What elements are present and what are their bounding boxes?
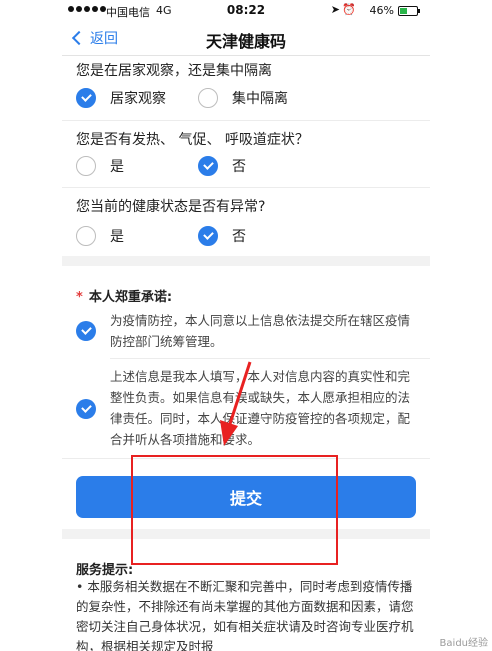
divider bbox=[110, 358, 430, 359]
promise-item: 为疫情防控，本人同意以上信息依法提交所在辖区疫情防控部门统筹管理。 bbox=[76, 310, 416, 352]
option-symptoms-no[interactable]: 否 bbox=[198, 156, 246, 176]
option-abnormal-yes[interactable]: 是 bbox=[76, 226, 124, 246]
annotation-arrow-icon bbox=[220, 361, 252, 446]
divider bbox=[62, 187, 430, 188]
checkbox-checked-icon[interactable] bbox=[76, 399, 96, 419]
page-title: 天津健康码 bbox=[205, 32, 286, 51]
option-label: 否 bbox=[232, 229, 246, 245]
alarm-icon: ⏰ bbox=[342, 3, 356, 16]
question-text: 您当前的健康状态是否有异常? bbox=[76, 199, 266, 215]
option-central-isolation[interactable]: 集中隔离 bbox=[198, 88, 288, 108]
question-text: 您是在居家观察，还是集中隔离 bbox=[76, 63, 272, 79]
promise-item-text: 为疫情防控，本人同意以上信息依法提交所在辖区疫情防控部门统筹管理。 bbox=[110, 313, 411, 349]
option-label: 集中隔离 bbox=[232, 91, 288, 107]
option-symptoms-yes[interactable]: 是 bbox=[76, 156, 124, 176]
status-bar: 中国电信 4G 08:22 ➤ ⏰ 46% bbox=[62, 0, 430, 22]
radio-checked-icon[interactable] bbox=[198, 156, 218, 176]
questions-card: 您是在居家观察，还是集中隔离 居家观察 集中隔离 您是否有发热、 气促、 呼吸道… bbox=[62, 56, 430, 256]
watermark: Baidu经验 bbox=[439, 638, 488, 649]
option-label: 否 bbox=[232, 159, 246, 175]
annotation-highlight-box bbox=[131, 455, 338, 565]
battery-fill bbox=[400, 8, 407, 14]
location-icon: ➤ bbox=[330, 3, 340, 16]
service-heading: 服务提示: bbox=[76, 563, 134, 578]
required-mark: * bbox=[76, 290, 83, 305]
option-home-observation[interactable]: 居家观察 bbox=[76, 88, 166, 108]
promise-heading: * 本人郑重承诺: bbox=[76, 286, 172, 305]
radio-unchecked-icon[interactable] bbox=[76, 226, 96, 246]
radio-unchecked-icon[interactable] bbox=[76, 156, 96, 176]
question-text: 您是否有发热、 气促、 呼吸道症状？ bbox=[76, 132, 309, 148]
divider bbox=[62, 120, 430, 121]
option-label: 是 bbox=[110, 159, 124, 175]
battery-icon bbox=[398, 6, 420, 16]
service-body: • 本服务相关数据在不断汇聚和完善中，同时考虑到疫情传播的复杂性，不排除还有尚未… bbox=[76, 579, 414, 651]
radio-checked-icon[interactable] bbox=[76, 88, 96, 108]
radio-unchecked-icon[interactable] bbox=[198, 88, 218, 108]
promise-heading-text: 本人郑重承诺: bbox=[88, 290, 173, 305]
nav-bar: 返回 天津健康码 bbox=[62, 22, 430, 56]
option-label: 居家观察 bbox=[110, 91, 166, 107]
battery-percent: 46% bbox=[369, 4, 394, 17]
option-label: 是 bbox=[110, 229, 124, 245]
option-abnormal-no[interactable]: 否 bbox=[198, 226, 246, 246]
checkbox-checked-icon[interactable] bbox=[76, 321, 96, 341]
radio-checked-icon[interactable] bbox=[198, 226, 218, 246]
